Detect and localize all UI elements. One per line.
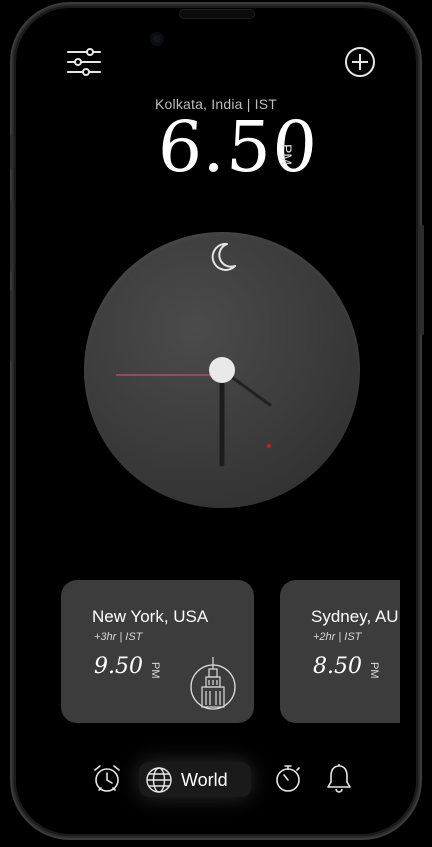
- city-name: Sydney, AU: [311, 607, 399, 626]
- side-button: [10, 200, 14, 272]
- city-ampm: PM: [368, 662, 380, 679]
- sliders-icon[interactable]: [66, 44, 102, 80]
- current-time: 6.50: [155, 106, 321, 188]
- clock-center-cap: [209, 357, 235, 383]
- globe-icon: [146, 767, 172, 793]
- current-ampm: PM: [279, 144, 295, 165]
- second-dot: [267, 444, 271, 448]
- side-button: [10, 135, 14, 169]
- stopwatch-icon[interactable]: [272, 762, 304, 794]
- speaker-notch: [180, 10, 254, 18]
- city-offset: +2hr | IST: [313, 631, 362, 643]
- side-button: [420, 225, 424, 335]
- city-card-sydney[interactable]: Sydney, AU +2hr | IST 8.50 PM: [280, 580, 400, 723]
- side-button: [10, 290, 14, 362]
- clock-hands: [116, 357, 272, 467]
- alarm-clock-icon[interactable]: [91, 762, 123, 794]
- world-tab-label: World: [181, 770, 228, 790]
- city-offset: +3hr | IST: [94, 631, 143, 643]
- world-tab[interactable]: World: [139, 762, 251, 797]
- city-time: 8.50: [313, 654, 362, 679]
- city-card-sydney-clip: Sydney, AU +2hr | IST 8.50 PM: [280, 580, 400, 723]
- city-card-new-york[interactable]: New York, USA +3hr | IST 9.50 PM: [61, 580, 254, 723]
- front-camera: [150, 32, 164, 46]
- city-name: New York, USA: [92, 607, 209, 626]
- bell-icon[interactable]: [323, 762, 355, 794]
- city-time: 9.50: [94, 654, 143, 679]
- plus-circle-icon[interactable]: [343, 45, 377, 79]
- empire-state-icon: [189, 655, 237, 715]
- city-ampm: PM: [149, 662, 161, 679]
